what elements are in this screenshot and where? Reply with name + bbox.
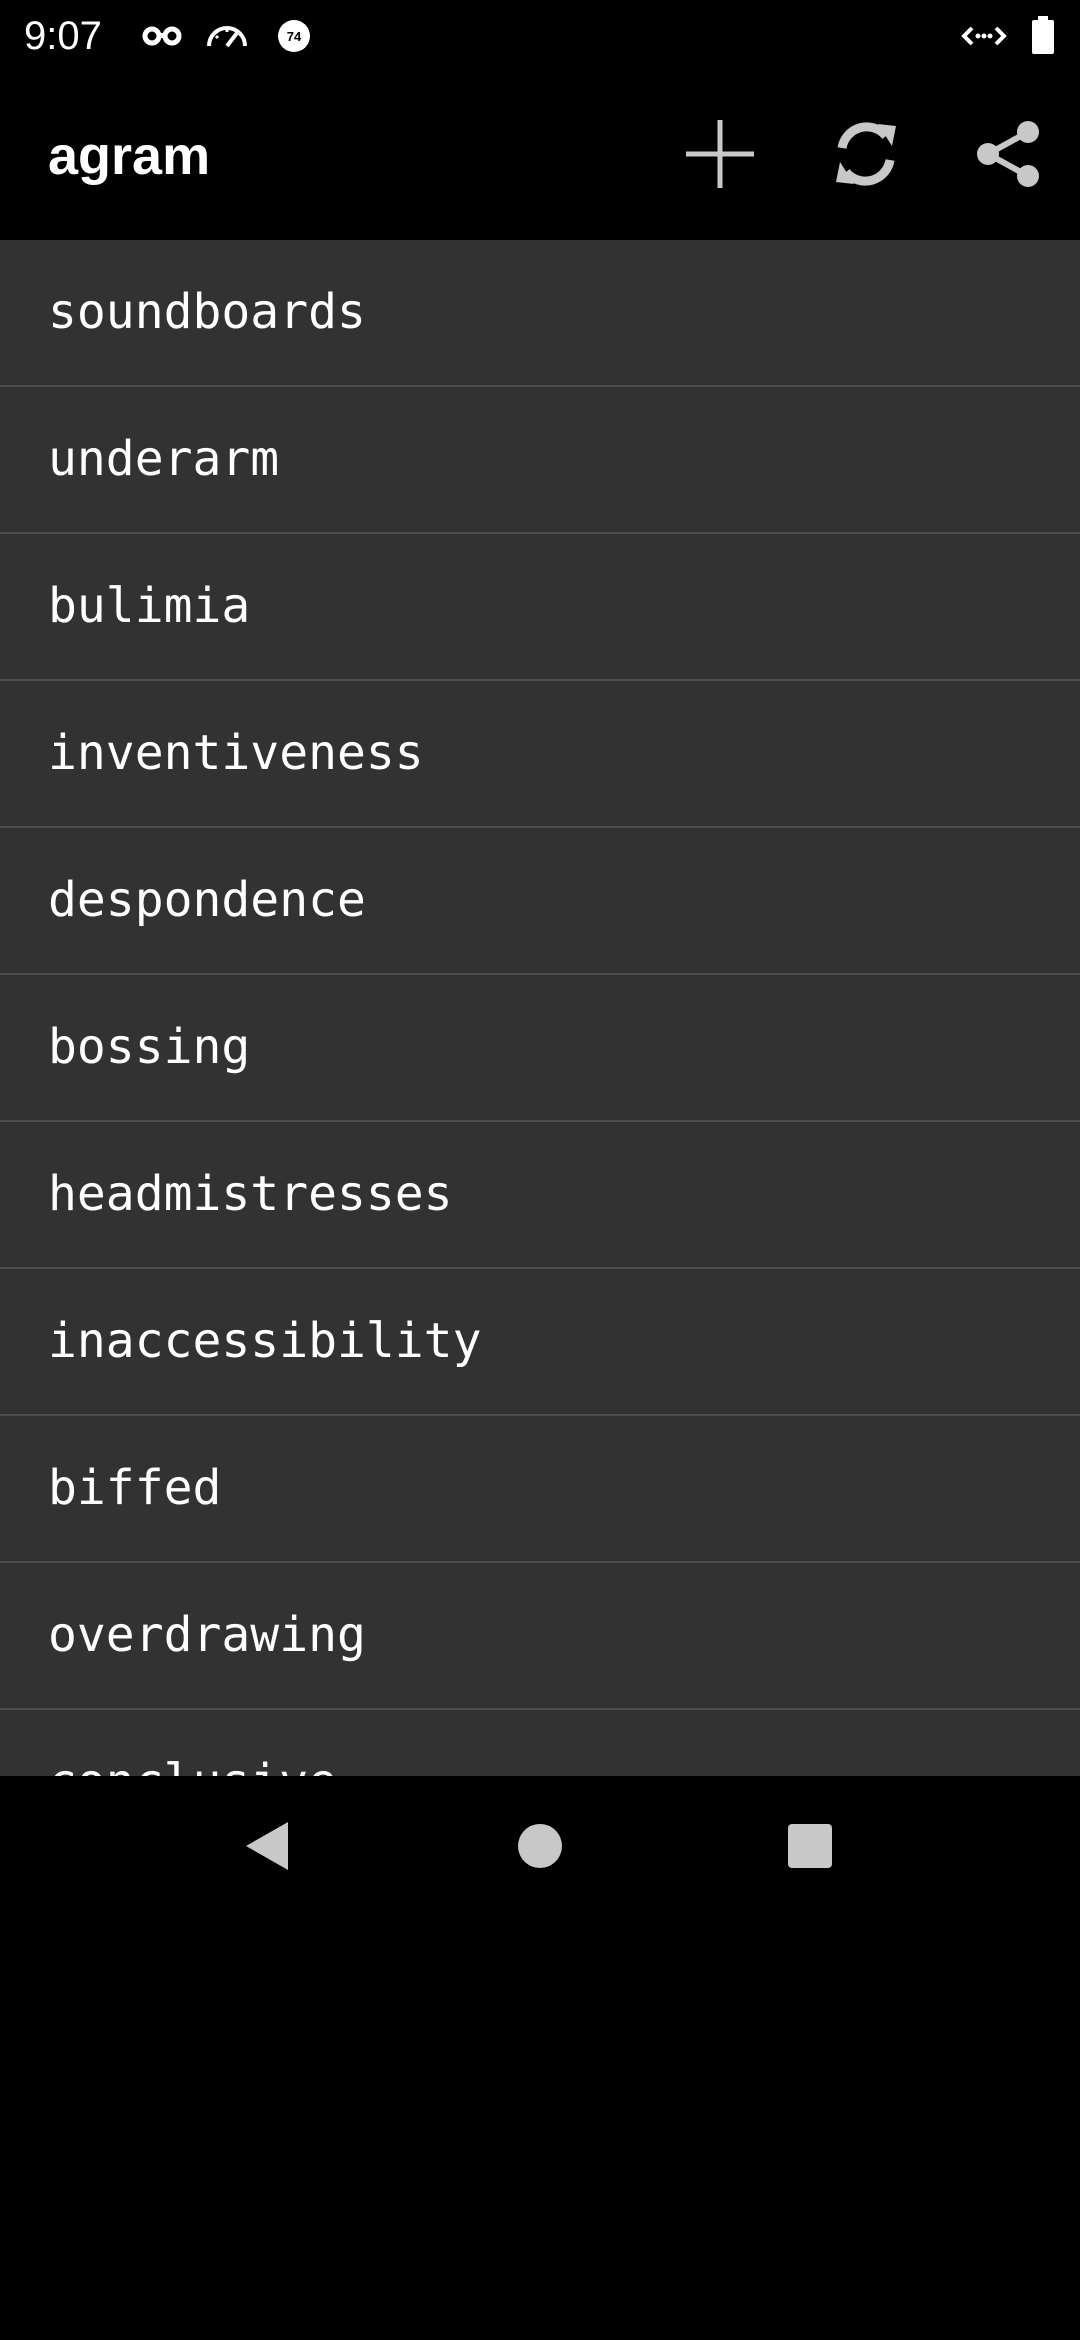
refresh-icon [828, 116, 904, 197]
status-time: 9:07 [24, 14, 102, 58]
list-item-label: inaccessibility [48, 1313, 482, 1369]
list-item[interactable]: biffed [0, 1416, 1080, 1563]
add-button[interactable] [672, 108, 768, 204]
list-item-label: soundboards [48, 284, 366, 340]
list-item-label: conclusive [48, 1710, 337, 1776]
list-item[interactable]: conclusive [0, 1710, 1080, 1776]
list-item-label: overdrawing [48, 1607, 366, 1663]
list-item[interactable]: inventiveness [0, 681, 1080, 828]
word-list[interactable]: soundboards underarm bulimia inventivene… [0, 240, 1080, 1776]
list-item-label: headmistresses [48, 1166, 453, 1222]
list-item[interactable]: despondence [0, 828, 1080, 975]
notification-badge-icon: 74 [274, 16, 314, 56]
data-transfer-icon [960, 16, 1008, 56]
list-item-label: bulimia [48, 578, 251, 634]
list-item[interactable]: inaccessibility [0, 1269, 1080, 1416]
list-item-label: inventiveness [48, 725, 424, 781]
list-item[interactable]: bulimia [0, 534, 1080, 681]
navigation-bar [0, 1776, 1080, 1920]
list-item-label: underarm [48, 431, 280, 487]
badge-number: 74 [287, 29, 302, 44]
list-item-label: biffed [48, 1460, 222, 1516]
list-item-label: despondence [48, 872, 366, 928]
refresh-button[interactable] [818, 108, 914, 204]
recents-icon [786, 1822, 834, 1875]
app-bar: agram [0, 72, 1080, 240]
list-item[interactable]: overdrawing [0, 1563, 1080, 1710]
list-item[interactable]: soundboards [0, 240, 1080, 387]
status-bar: 9:07 74 [0, 0, 1080, 72]
share-button[interactable] [960, 108, 1056, 204]
app-title: agram [48, 126, 211, 186]
list-item[interactable]: headmistresses [0, 1122, 1080, 1269]
home-button[interactable] [492, 1800, 588, 1896]
back-button[interactable] [220, 1800, 316, 1896]
recents-button[interactable] [762, 1800, 858, 1896]
speedometer-icon [204, 16, 250, 56]
list-item[interactable]: bossing [0, 975, 1080, 1122]
back-icon [242, 1818, 294, 1879]
list-item[interactable]: underarm [0, 387, 1080, 534]
add-icon [682, 116, 758, 197]
list-item-label: bossing [48, 1019, 251, 1075]
battery-icon [1030, 16, 1056, 56]
incognito-icon [140, 16, 184, 56]
home-icon [516, 1822, 564, 1875]
share-icon [970, 116, 1046, 197]
